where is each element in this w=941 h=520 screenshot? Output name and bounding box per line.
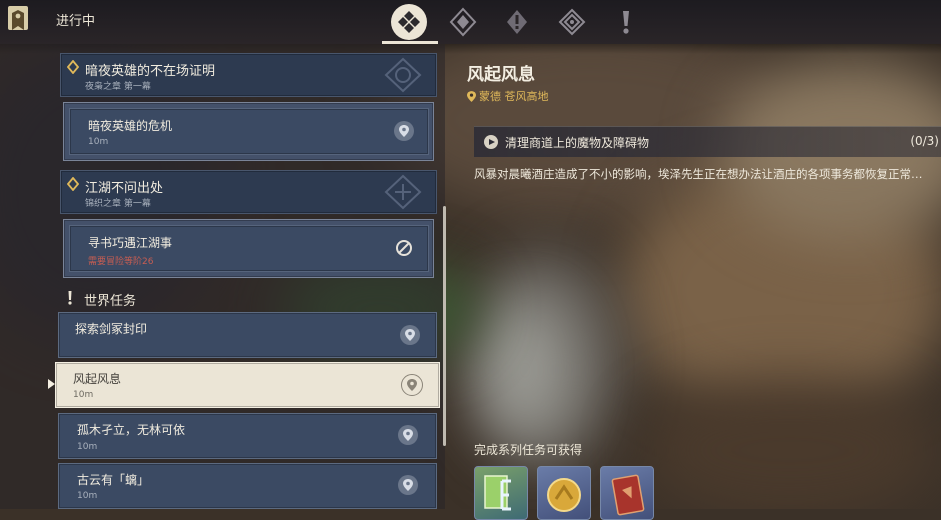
- quest-location-text: 蒙德 苍风高地: [479, 90, 549, 103]
- quest-group-title: 江湖不问出处: [85, 181, 164, 196]
- quest-group-chapter: 锦织之章 第一幕: [85, 199, 151, 209]
- world-quest-item-selected[interactable]: 风起风息 10m: [55, 362, 440, 408]
- world-quest-distance: 10m: [77, 442, 98, 452]
- quest-step-card[interactable]: 寻书巧遇江湖事 需要冒险等阶26: [63, 219, 434, 278]
- red-book-icon[interactable]: [600, 466, 654, 520]
- world-quest-title: 孤木孑立，无林可依: [77, 423, 186, 437]
- locked-icon: [394, 238, 414, 258]
- quest-group-header[interactable]: 江湖不问出处 锦织之章 第一幕: [60, 170, 437, 214]
- quest-location: 蒙德 苍风高地: [467, 88, 549, 104]
- world-quest-icon: [623, 11, 629, 34]
- quest-step-distance: 10m: [88, 137, 109, 147]
- story-quest-icon: [507, 10, 527, 34]
- quest-step-title: 暗夜英雄的危机: [88, 119, 173, 133]
- quest-objective[interactable]: 清理商道上的魔物及障碍物 (0/3): [474, 126, 941, 157]
- tab-story[interactable]: [499, 4, 535, 40]
- reward-label: 完成系列任务可获得: [474, 443, 583, 457]
- objective-text: 清理商道上的魔物及障碍物: [505, 136, 650, 150]
- archon-quest-icon: [449, 7, 477, 37]
- tab-archon[interactable]: [445, 4, 481, 40]
- quest-list-scrollbar[interactable]: [443, 206, 446, 446]
- quest-detail-title: 风起风息: [467, 65, 535, 85]
- objective-count: (0/3): [910, 134, 939, 148]
- four-diamond-icon: [398, 11, 420, 33]
- world-quest-item[interactable]: 古云有「螭」 10m: [58, 463, 437, 509]
- location-pin-icon[interactable]: [394, 121, 414, 141]
- adventure-exp-icon[interactable]: [474, 466, 528, 520]
- archon-diamond-icon: [67, 60, 79, 74]
- quest-description: 风暴对晨曦酒庄造成了不小的影响，埃泽先生正在想办法让酒庄的各项事务都恢复正常…: [474, 167, 923, 181]
- play-icon: [484, 135, 498, 149]
- quest-group-header[interactable]: 暗夜英雄的不在场证明 夜枭之章 第一幕: [60, 53, 437, 97]
- commission-icon: [558, 8, 586, 36]
- world-quest-icon: [68, 291, 72, 305]
- world-quest-title: 风起风息: [73, 372, 122, 386]
- selected-indicator: [48, 379, 55, 389]
- location-pin-icon[interactable]: [398, 475, 418, 495]
- location-pin-icon[interactable]: [401, 374, 423, 396]
- mora-coin-icon[interactable]: [537, 466, 591, 520]
- quest-group-chapter: 夜枭之章 第一幕: [85, 82, 151, 92]
- top-bar: 进行中: [0, 0, 941, 54]
- world-quest-title: 古云有「螭」: [77, 473, 150, 487]
- tab-all[interactable]: [391, 4, 427, 40]
- quest-group-title: 暗夜英雄的不在场证明: [85, 64, 216, 79]
- world-quest-item[interactable]: 探索剑冢封印: [58, 312, 437, 358]
- world-quest-distance: 10m: [73, 390, 94, 400]
- location-pin-icon[interactable]: [398, 425, 418, 445]
- chapter-emblem-icon: [384, 57, 422, 93]
- chapter-emblem-icon: [384, 174, 422, 210]
- quest-step-card[interactable]: 暗夜英雄的危机 10m: [63, 102, 434, 161]
- tab-world[interactable]: [608, 4, 644, 40]
- tab-commission[interactable]: [554, 4, 590, 40]
- quest-book-icon[interactable]: [6, 5, 30, 33]
- page-title: 进行中: [56, 14, 96, 29]
- location-pin-icon: [467, 90, 476, 102]
- world-quest-section-label: 世界任务: [84, 294, 137, 309]
- world-quest-title: 探索剑冢封印: [75, 322, 148, 336]
- world-quest-item[interactable]: 孤木孑立，无林可依 10m: [58, 413, 437, 459]
- location-pin-icon[interactable]: [400, 325, 420, 345]
- world-quest-distance: 10m: [77, 491, 98, 501]
- quest-step-requirement: 需要冒险等阶26: [88, 257, 154, 267]
- quest-step-title: 寻书巧遇江湖事: [88, 236, 173, 250]
- archon-diamond-icon: [67, 177, 79, 191]
